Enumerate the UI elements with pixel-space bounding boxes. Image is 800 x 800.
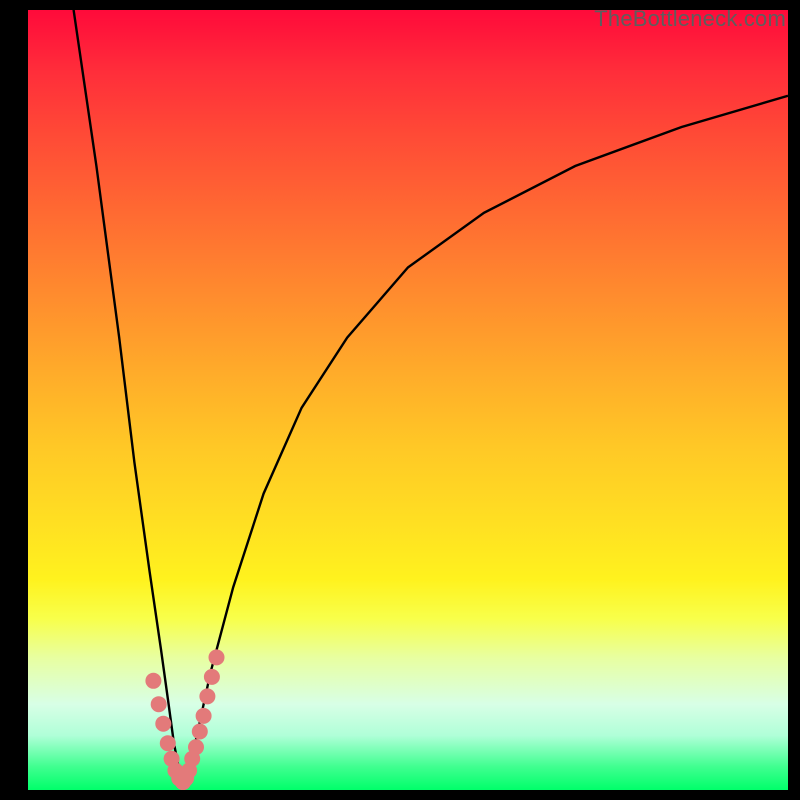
valley-marker — [188, 739, 204, 755]
left-curve — [74, 10, 184, 790]
valley-marker — [196, 708, 212, 724]
valley-marker — [145, 673, 161, 689]
watermark: TheBottleneck.com — [594, 6, 786, 32]
valley-marker — [151, 696, 167, 712]
valley-marker — [199, 688, 215, 704]
valley-marker — [204, 669, 220, 685]
plot-area — [28, 10, 788, 790]
curves-svg — [28, 10, 788, 790]
bottleneck-chart: TheBottleneck.com — [0, 0, 800, 800]
valley-marker — [155, 716, 171, 732]
valley-markers — [145, 649, 224, 790]
valley-marker — [192, 724, 208, 740]
valley-marker — [209, 649, 225, 665]
right-curve — [184, 96, 788, 790]
valley-marker — [160, 735, 176, 751]
